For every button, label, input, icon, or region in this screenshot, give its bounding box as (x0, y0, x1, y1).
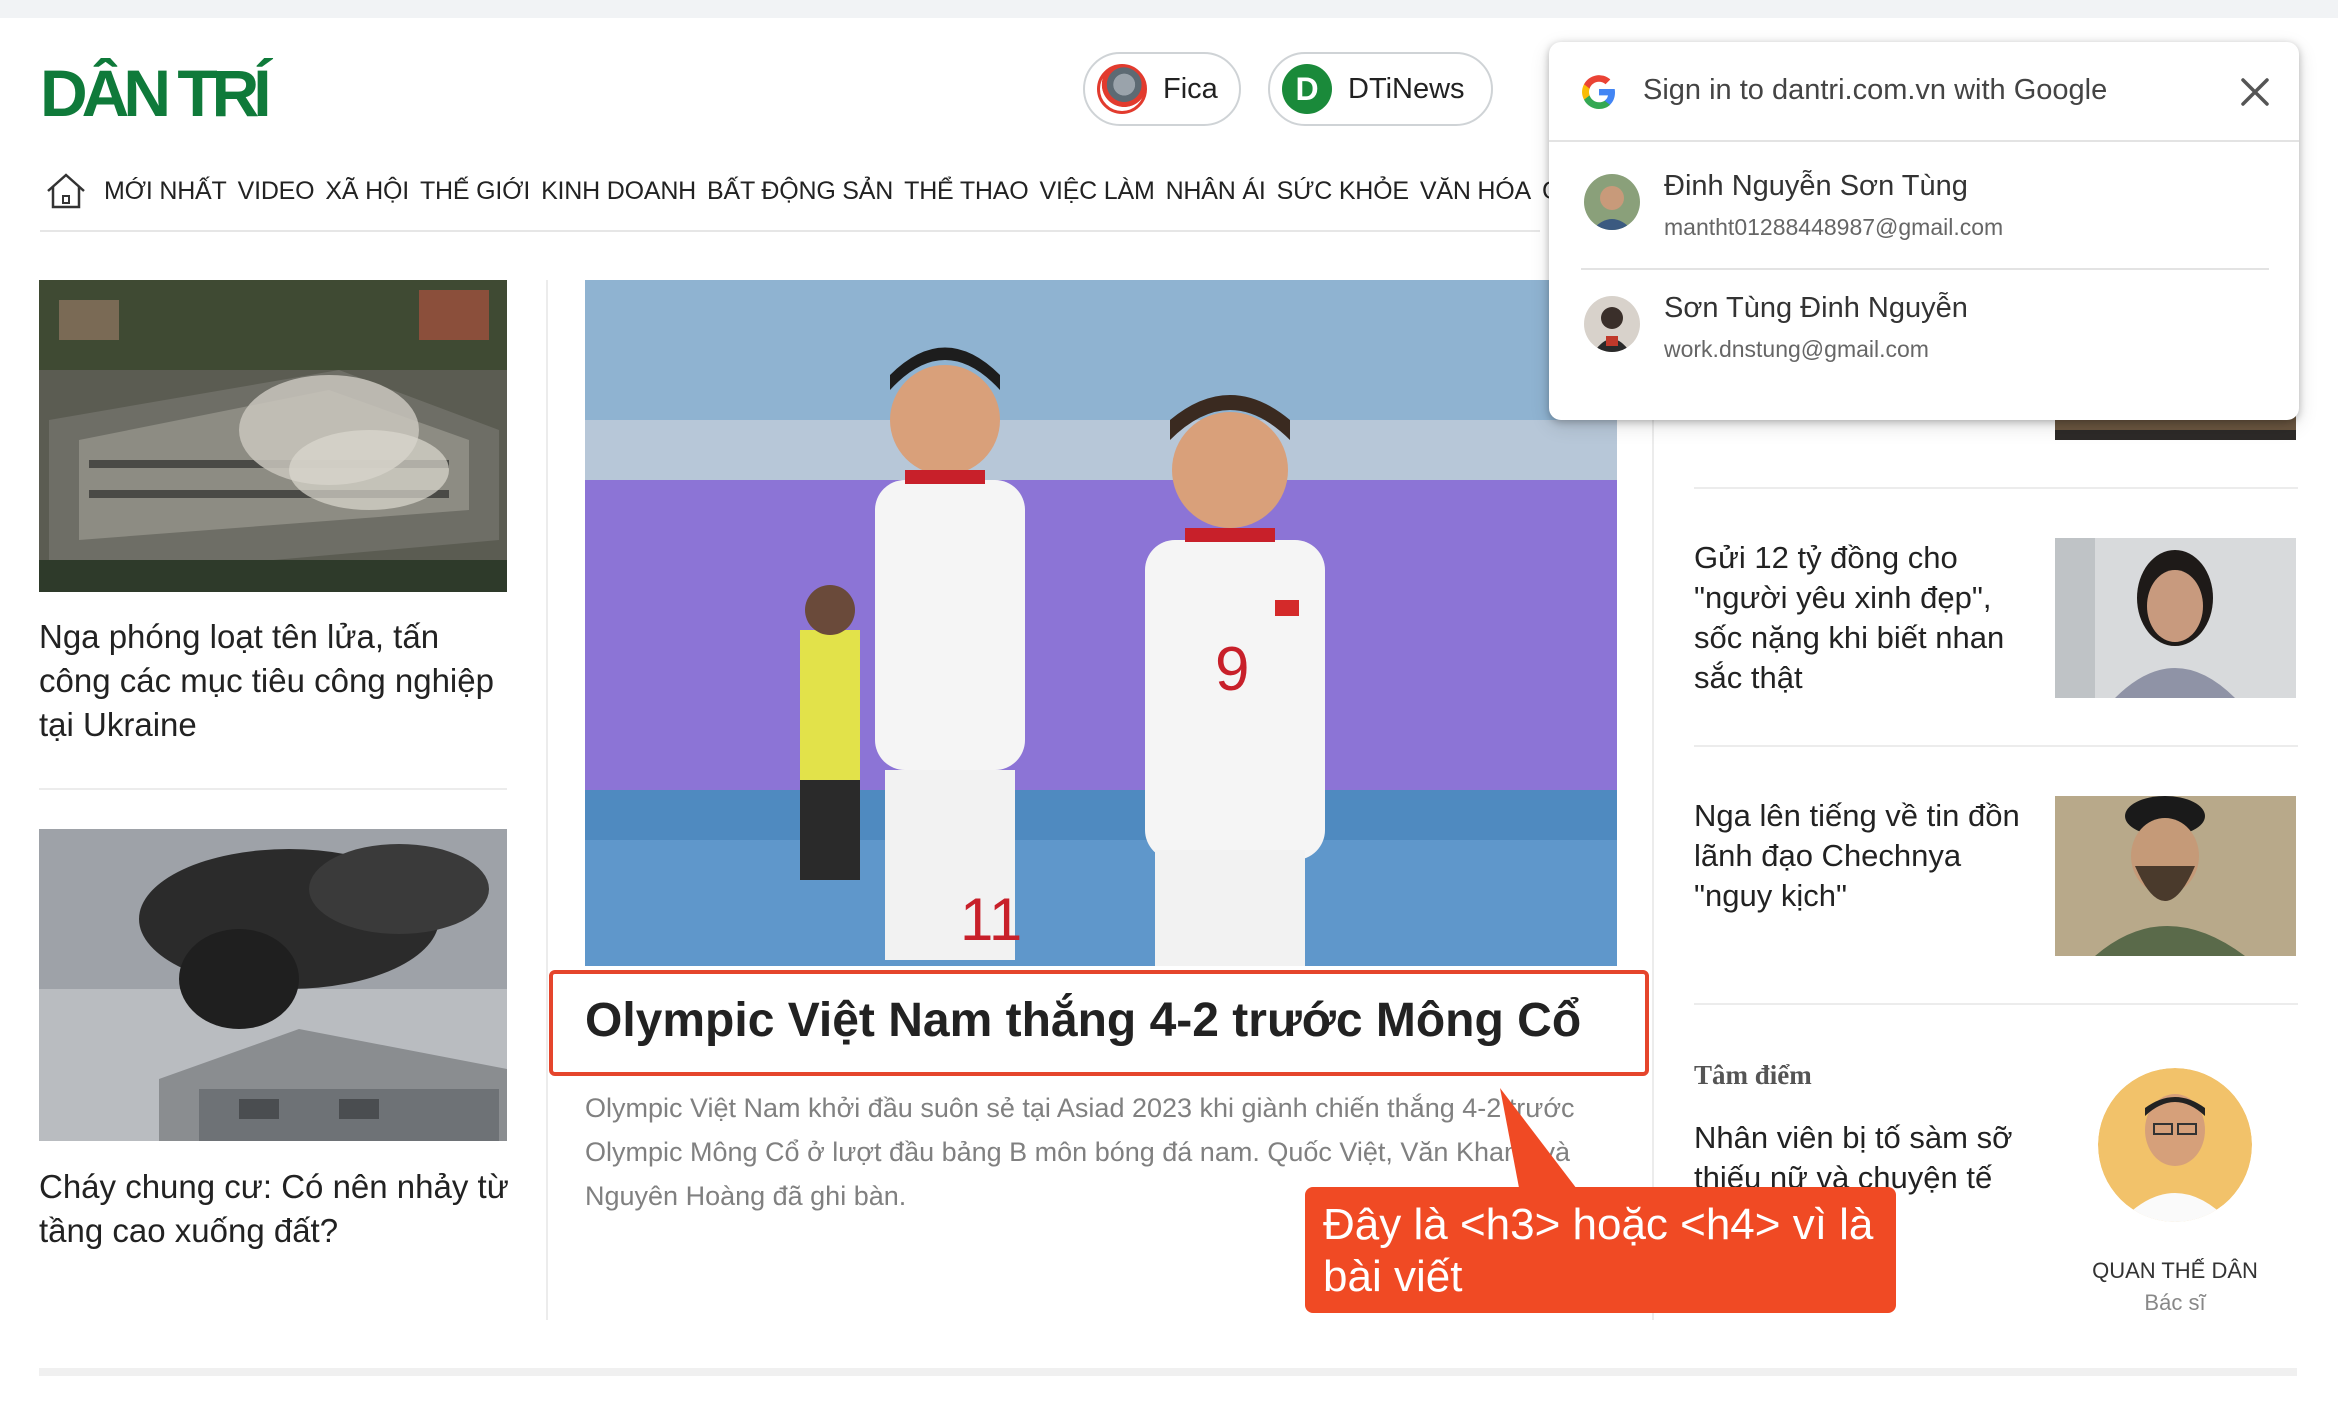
column-divider (546, 280, 548, 1320)
article-title[interactable]: Nga phóng loạt tên lửa, tấn công các mục… (39, 615, 509, 747)
nav-item-moi-nhat[interactable]: MỚI NHẤT (104, 177, 227, 206)
main-story-headline[interactable]: Olympic Việt Nam thắng 4-2 trước Mông Cổ (585, 993, 1581, 1048)
article-thumbnail-woman[interactable] (2055, 538, 2296, 698)
avatar (1584, 296, 1640, 352)
nav-item-viec-lam[interactable]: VIỆC LÀM (1039, 177, 1154, 206)
google-account-option[interactable]: Đinh Nguyễn Sơn Tùng mantht01288448987@g… (1549, 142, 2299, 264)
article-thumbnail-chechnya-leader[interactable] (2055, 796, 2296, 956)
fica-icon (1097, 64, 1147, 114)
dtinews-link[interactable]: D DTiNews (1268, 52, 1493, 126)
nav-item-suc-khoe[interactable]: SỨC KHỎE (1277, 177, 1409, 206)
nav-item-video[interactable]: VIDEO (238, 177, 315, 206)
jersey-number: 9 (1215, 635, 1249, 704)
article-title[interactable]: Gửi 12 tỷ đồng cho "người yêu xinh đẹp",… (1694, 538, 2034, 698)
google-icon (1582, 75, 1615, 109)
google-account-option[interactable]: Sơn Tùng Đinh Nguyễn work.dnstung@gmail.… (1549, 264, 2299, 386)
google-signin-popup: Sign in to dantri.com.vn with Google Đin… (1549, 42, 2299, 420)
article-title[interactable]: Nga lên tiếng về tin đồn lãnh đạo Chechn… (1694, 796, 2034, 916)
focus-section-label[interactable]: Tâm điểm (1694, 1060, 1812, 1091)
dtinews-label: DTiNews (1348, 72, 1465, 105)
nav-item-nhan-ai[interactable]: NHÂN ÁI (1166, 177, 1266, 206)
account-name: Sơn Tùng Đinh Nguyễn (1664, 292, 1968, 324)
close-icon[interactable] (2235, 72, 2275, 112)
author-role: Bác sĩ (2144, 1290, 2206, 1315)
logo-text: DÂN TRÍ (40, 58, 273, 122)
author-avatar[interactable] (2098, 1068, 2252, 1222)
divider (1694, 745, 2298, 747)
callout-arrow (1500, 1088, 1580, 1193)
main-nav: MỚI NHẤT VIDEO XÃ HỘI THẾ GIỚI KINH DOAN… (44, 166, 1554, 216)
nav-item-van-hoa[interactable]: VĂN HÓA (1420, 177, 1531, 206)
article-title[interactable]: Cháy chung cư: Có nên nhảy từ tầng cao x… (39, 1165, 509, 1253)
article-thumbnail-missile-strike[interactable] (39, 280, 507, 592)
article-thumbnail-apartment-fire[interactable] (39, 829, 507, 1141)
fica-label: Fica (1163, 72, 1218, 105)
nav-item-the-gioi[interactable]: THẾ GIỚI (420, 177, 530, 206)
annotation-callout: Đây là <h3> hoặc <h4> vì là bài viết (1305, 1187, 1896, 1313)
divider (1694, 487, 2298, 489)
fica-link[interactable]: Fica (1083, 52, 1241, 126)
divider (39, 788, 507, 790)
main-story-image[interactable]: 11 9 (585, 280, 1617, 966)
account-email: work.dnstung@gmail.com (1664, 336, 1929, 362)
focus-article-title[interactable]: Nhân viên bị tố sàm sỡ thiếu nữ và chuyệ… (1694, 1118, 2034, 1198)
column-divider (1652, 420, 1654, 1320)
home-icon[interactable] (44, 169, 88, 213)
top-strip (0, 0, 2338, 18)
nav-item-the-thao[interactable]: THỂ THAO (904, 177, 1029, 206)
nav-item-kinh-doanh[interactable]: KINH DOANH (541, 177, 696, 206)
account-email: mantht01288448987@gmail.com (1664, 214, 2004, 240)
nav-item-xa-hoi[interactable]: XÃ HỘI (325, 177, 409, 206)
author-name[interactable]: QUAN THẾ DÂN (2040, 1258, 2310, 1284)
account-name: Đinh Nguyễn Sơn Tùng (1664, 170, 1968, 202)
dtinews-icon: D (1282, 64, 1332, 114)
avatar (1584, 174, 1640, 230)
dantri-logo[interactable]: DÂN TRÍ (40, 58, 302, 122)
nav-divider (40, 230, 1540, 232)
divider (1694, 1003, 2298, 1005)
nav-item-bat-dong-san[interactable]: BẤT ĐỘNG SẢN (707, 177, 893, 206)
popup-title: Sign in to dantri.com.vn with Google (1643, 74, 2108, 106)
popup-header: Sign in to dantri.com.vn with Google (1549, 42, 2299, 142)
jersey-number: 11 (960, 886, 1022, 953)
bottom-divider (39, 1368, 2297, 1376)
